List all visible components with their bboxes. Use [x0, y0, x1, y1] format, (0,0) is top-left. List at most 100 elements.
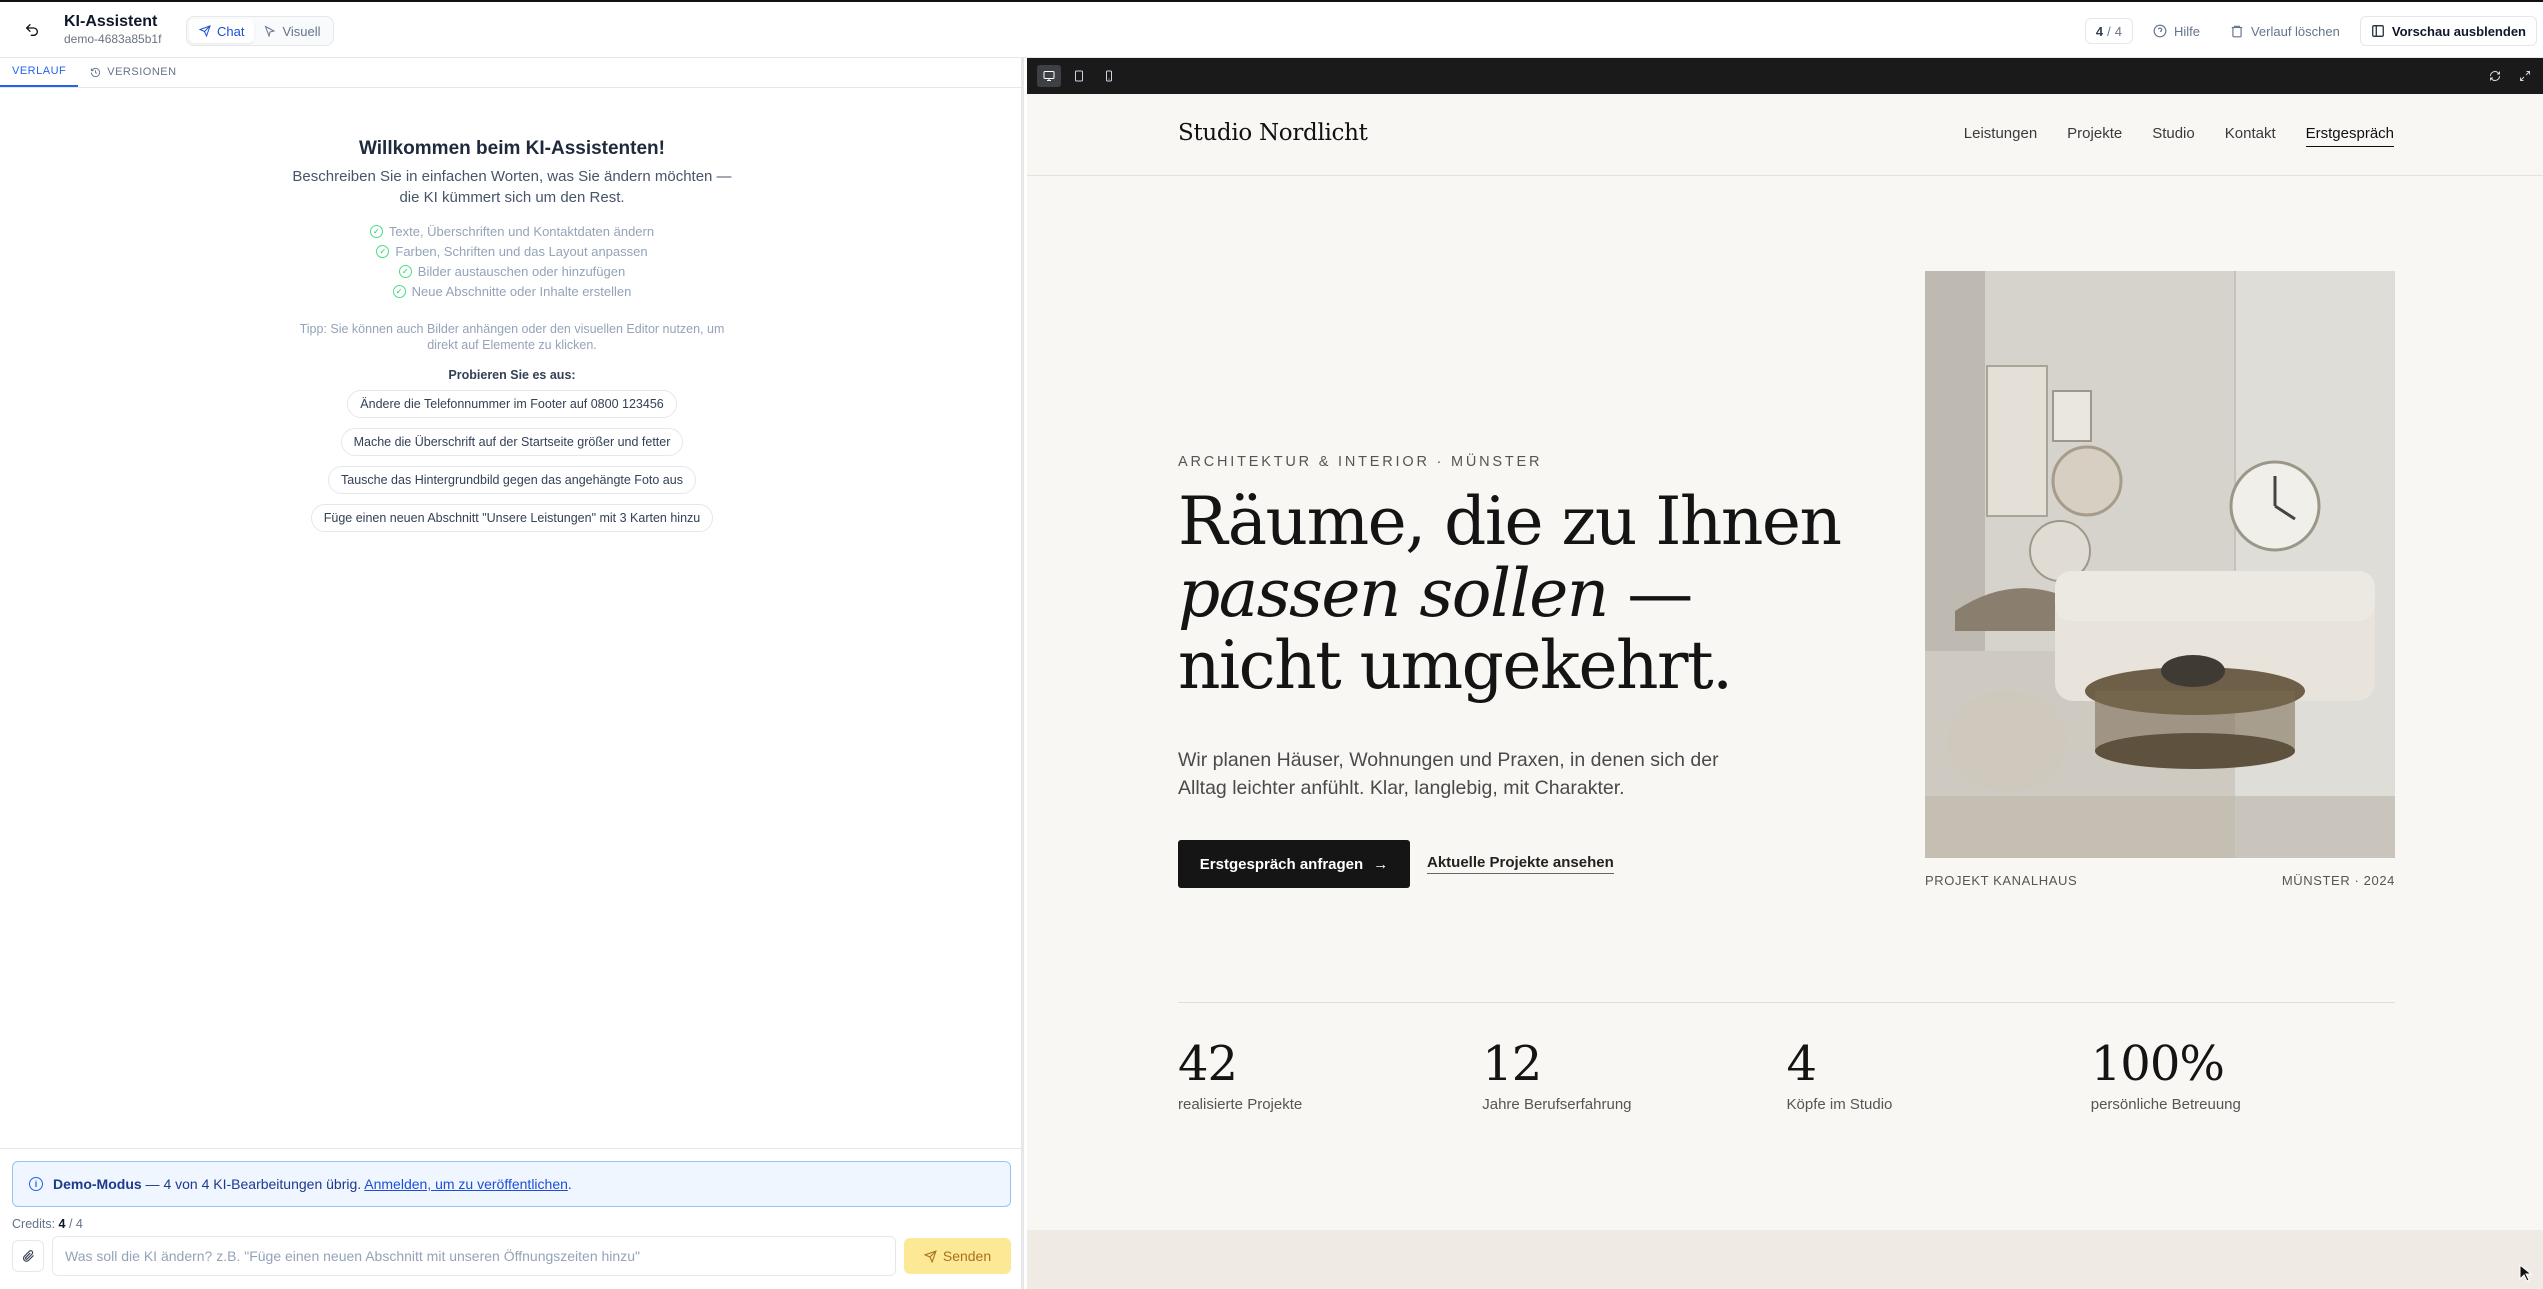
expand-icon[interactable]: [2513, 65, 2537, 87]
credits-sep: /: [2107, 23, 2111, 39]
attach-button[interactable]: [12, 1240, 44, 1272]
top-actions: 4 / 4 Hilfe Verlauf löschen Vorschau aus…: [2084, 15, 2543, 47]
help-button[interactable]: Hilfe: [2143, 16, 2210, 46]
tab-versions[interactable]: VERSIONEN: [78, 57, 188, 87]
nav-item[interactable]: Leistungen: [1964, 125, 2037, 147]
tab-history-label: VERLAUF: [12, 65, 67, 77]
stat-number: 100%: [2090, 1036, 2225, 1092]
stat-item: 12 Jahre Berufserfahrung: [1482, 1036, 1786, 1113]
app-root: KI-Assistent demo-4683a85b1f Chat Visuel…: [0, 0, 2543, 1289]
clear-history-button[interactable]: Verlauf löschen: [2220, 16, 2350, 46]
image-caption-right: MÜNSTER · 2024: [2281, 873, 2395, 888]
tab-history[interactable]: VERLAUF: [0, 57, 79, 87]
hide-preview-button[interactable]: Vorschau ausblenden: [2359, 16, 2537, 46]
demo-message: Demo-Modus — 4 von 4 KI-Bearbeitungen üb…: [53, 1176, 572, 1192]
demo-strong: Demo-Modus: [53, 1176, 142, 1192]
suggestion-chip[interactable]: Füge einen neuen Abschnitt "Unsere Leist…: [310, 504, 714, 532]
nav-item[interactable]: Projekte: [2067, 125, 2122, 147]
paperclip-icon: [22, 1250, 34, 1262]
headline-line-2: passen sollen —: [1178, 558, 1878, 630]
tablet-icon[interactable]: [1067, 65, 1091, 87]
feature-item: ✓ Texte, Überschriften und Kontaktdaten ä…: [369, 224, 655, 239]
nav-item[interactable]: Kontakt: [2225, 125, 2276, 147]
credits-line: Credits: 4 / 4: [12, 1217, 83, 1231]
try-label: Probieren Sie es aus:: [448, 368, 576, 382]
desktop-icon[interactable]: [1037, 65, 1061, 87]
title-block: KI-Assistent demo-4683a85b1f: [64, 13, 161, 47]
send-button[interactable]: Senden: [904, 1238, 1011, 1274]
website-preview: Studio Nordlicht Leistungen Projekte Stu…: [1027, 94, 2543, 1289]
check-circle-icon: ✓: [376, 245, 390, 258]
feature-text: Bilder austauschen oder hinzufügen: [417, 264, 626, 279]
mode-visual-label: Visuell: [282, 23, 321, 39]
stat-label: Köpfe im Studio: [1786, 1096, 1893, 1113]
feature-text: Texte, Überschriften und Kontaktdaten än…: [388, 224, 655, 239]
chat-panel: VERLAUF VERSIONEN Willkommen beim KI-Ass…: [0, 58, 1024, 1289]
hero-headline: Räume, die zu Ihnen passen sollen — nich…: [1178, 486, 1878, 702]
send-icon: [923, 1249, 937, 1263]
next-section-band: [1027, 1230, 2543, 1289]
send-icon: [199, 25, 211, 37]
history-icon: [91, 67, 101, 77]
nav-item[interactable]: Studio: [2152, 125, 2195, 147]
nav-cta[interactable]: Erstgespräch: [2305, 125, 2394, 147]
preview-toolbar: [1027, 58, 2543, 94]
credits-used: 4: [2095, 23, 2104, 39]
preview-panel: Studio Nordlicht Leistungen Projekte Stu…: [1027, 58, 2543, 1289]
stat-number: 4: [1786, 1036, 1818, 1092]
panel-icon: [2372, 25, 2384, 37]
section-divider: [1178, 1002, 2395, 1003]
secondary-cta-link[interactable]: Aktuelle Projekte ansehen: [1427, 854, 1614, 874]
check-circle-icon: ✓: [392, 285, 406, 298]
project-id: demo-4683a85b1f: [64, 32, 162, 46]
mobile-icon[interactable]: [1097, 65, 1121, 87]
suggestion-chip[interactable]: Mache die Überschrift auf der Startseite…: [340, 428, 684, 456]
suggestion-list: Ändere die Telefonnummer im Footer auf 0…: [0, 390, 1024, 532]
top-bar: KI-Assistent demo-4683a85b1f Chat Visuel…: [0, 2, 2543, 58]
suggestion-chip[interactable]: Tausche das Hintergrundbild gegen das an…: [328, 466, 696, 494]
welcome-lead: Beschreiben Sie in einfachen Worten, was…: [292, 168, 732, 206]
mode-chat-button[interactable]: Chat: [189, 19, 255, 43]
feature-list: ✓ Texte, Überschriften und Kontaktdaten ä…: [0, 224, 1024, 299]
stat-item: 4 Köpfe im Studio: [1787, 1036, 2091, 1113]
login-link[interactable]: Anmelden, um zu veröffentlichen: [364, 1176, 568, 1192]
check-circle-icon: ✓: [398, 265, 412, 278]
site-nav: Leistungen Projekte Studio Kontakt Erstg…: [1964, 125, 2394, 147]
composer: Senden: [12, 1235, 1011, 1277]
help-icon: [2153, 24, 2167, 38]
stat-item: 42 realisierte Projekte: [1178, 1036, 1482, 1113]
chat-tabs: VERLAUF VERSIONEN: [0, 58, 1021, 88]
feature-text: Neue Abschnitte oder Inhalte erstellen: [411, 284, 632, 299]
site-logo[interactable]: Studio Nordlicht: [1178, 120, 1368, 146]
refresh-icon[interactable]: [2483, 65, 2507, 87]
clear-history-label: Verlauf löschen: [2250, 23, 2340, 39]
stat-label: realisierte Projekte: [1178, 1096, 1303, 1113]
headline-line-1: Räume, die zu Ihnen: [1178, 483, 1842, 560]
headline-line-3: nicht umgekehrt.: [1178, 627, 1733, 704]
stats-row: 42 realisierte Projekte 12 Jahre Berufserf…: [1178, 1036, 2395, 1113]
mode-visual-button[interactable]: Visuell: [254, 19, 330, 43]
send-label: Senden: [942, 1248, 992, 1264]
preview-actions: [2483, 65, 2537, 87]
mode-toggle: Chat Visuell: [186, 16, 334, 46]
suggestion-chip[interactable]: Ändere die Telefonnummer im Footer auf 0…: [347, 390, 677, 418]
demo-end: .: [567, 1176, 572, 1192]
primary-cta-label: Erstgespräch anfragen: [1199, 855, 1364, 873]
living-room-illustration: [1925, 271, 2395, 858]
stat-number: 42: [1178, 1036, 1238, 1092]
site-header: Studio Nordlicht Leistungen Projekte Stu…: [1027, 94, 2543, 176]
back-icon[interactable]: [20, 18, 44, 42]
prompt-input[interactable]: [52, 1236, 896, 1276]
feature-item: ✓ Farben, Schriften und das Layout anpass…: [376, 244, 648, 259]
image-caption-left: PROJEKT KANALHAUS: [1925, 873, 2078, 888]
hide-preview-label: Vorschau ausblenden: [2391, 23, 2526, 39]
welcome-section: Willkommen beim KI-Assistenten! Beschrei…: [0, 138, 1024, 532]
help-label: Hilfe: [2173, 23, 2200, 39]
arrow-right-icon: →: [1373, 855, 1389, 873]
credits-value: 4: [58, 1217, 66, 1231]
hero-image: [1925, 271, 2395, 858]
stat-number: 12: [1482, 1036, 1542, 1092]
tip-text: Tipp: Sie können auch Bilder anhängen od…: [299, 322, 725, 352]
primary-cta-button[interactable]: Erstgespräch anfragen →: [1178, 840, 1410, 888]
stat-label: Jahre Berufserfahrung: [1482, 1096, 1632, 1113]
